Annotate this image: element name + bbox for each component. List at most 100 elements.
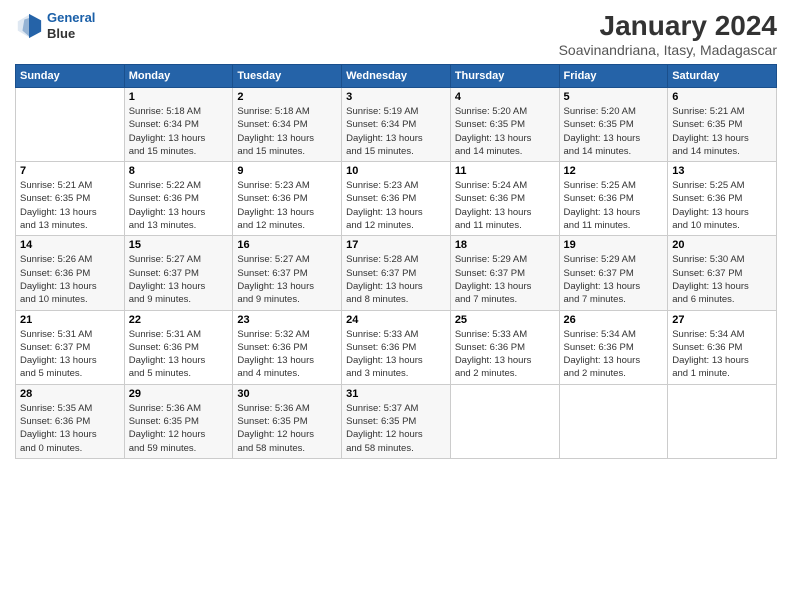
day-number: 6 <box>672 91 772 103</box>
calendar-cell: 18 Sunrise: 5:29 AMSunset: 6:37 PMDayligh… <box>450 236 559 310</box>
day-info: Sunrise: 5:27 AMSunset: 6:37 PMDaylight:… <box>237 253 337 306</box>
calendar-cell: 4Sunrise: 5:20 AMSunset: 6:35 PMDaylight… <box>450 88 559 162</box>
day-number: 2 <box>237 91 337 103</box>
week-row-4: 21 Sunrise: 5:31 AMSunset: 6:37 PMDayligh… <box>16 310 777 384</box>
day-number: 24 <box>346 314 446 326</box>
calendar-cell: 31 Sunrise: 5:37 AMSunset: 6:35 PMDayligh… <box>342 384 451 458</box>
day-info: Sunrise: 5:33 AMSunset: 6:36 PMDaylight:… <box>455 328 555 381</box>
title-block: January 2024 Soavinandriana, Itasy, Mada… <box>559 10 777 58</box>
day-info: Sunrise: 5:21 AMSunset: 6:35 PMDaylight:… <box>20 179 120 232</box>
day-number: 21 <box>20 314 120 326</box>
calendar-cell <box>450 384 559 458</box>
day-number: 16 <box>237 239 337 251</box>
day-number: 3 <box>346 91 446 103</box>
day-number: 31 <box>346 388 446 400</box>
calendar-cell: 16 Sunrise: 5:27 AMSunset: 6:37 PMDayligh… <box>233 236 342 310</box>
calendar-table: SundayMondayTuesdayWednesdayThursdayFrid… <box>15 64 777 459</box>
calendar-cell: 28Sunrise: 5:35 AMSunset: 6:36 PMDayligh… <box>16 384 125 458</box>
calendar-cell: 25 Sunrise: 5:33 AMSunset: 6:36 PMDayligh… <box>450 310 559 384</box>
calendar-cell <box>16 88 125 162</box>
weekday-header-friday: Friday <box>559 65 668 88</box>
weekday-header-monday: Monday <box>124 65 233 88</box>
day-info: Sunrise: 5:29 AMSunset: 6:37 PMDaylight:… <box>455 253 555 306</box>
weekday-header-wednesday: Wednesday <box>342 65 451 88</box>
main-title: January 2024 <box>559 10 777 42</box>
calendar-cell: 2Sunrise: 5:18 AMSunset: 6:34 PMDaylight… <box>233 88 342 162</box>
calendar-cell: 27Sunrise: 5:34 AMSunset: 6:36 PMDayligh… <box>668 310 777 384</box>
day-info: Sunrise: 5:26 AMSunset: 6:36 PMDaylight:… <box>20 253 120 306</box>
calendar-cell: 14 Sunrise: 5:26 AMSunset: 6:36 PMDayligh… <box>16 236 125 310</box>
day-number: 11 <box>455 165 555 177</box>
calendar-cell: 6Sunrise: 5:21 AMSunset: 6:35 PMDaylight… <box>668 88 777 162</box>
calendar-cell: 8 Sunrise: 5:22 AMSunset: 6:36 PMDaylight… <box>124 162 233 236</box>
day-number: 7 <box>20 165 120 177</box>
day-number: 20 <box>672 239 772 251</box>
day-info: Sunrise: 5:29 AMSunset: 6:37 PMDaylight:… <box>564 253 664 306</box>
day-number: 15 <box>129 239 229 251</box>
day-number: 27 <box>672 314 772 326</box>
week-row-2: 7 Sunrise: 5:21 AMSunset: 6:35 PMDaylight… <box>16 162 777 236</box>
day-info: Sunrise: 5:19 AMSunset: 6:34 PMDaylight:… <box>346 105 446 158</box>
day-info: Sunrise: 5:25 AMSunset: 6:36 PMDaylight:… <box>564 179 664 232</box>
day-info: Sunrise: 5:31 AMSunset: 6:36 PMDaylight:… <box>129 328 229 381</box>
calendar-cell: 10 Sunrise: 5:23 AMSunset: 6:36 PMDayligh… <box>342 162 451 236</box>
calendar-cell: 21 Sunrise: 5:31 AMSunset: 6:37 PMDayligh… <box>16 310 125 384</box>
logo-text: General Blue <box>47 10 95 41</box>
day-info: Sunrise: 5:33 AMSunset: 6:36 PMDaylight:… <box>346 328 446 381</box>
calendar-cell: 26Sunrise: 5:34 AMSunset: 6:36 PMDayligh… <box>559 310 668 384</box>
weekday-header-tuesday: Tuesday <box>233 65 342 88</box>
week-row-3: 14 Sunrise: 5:26 AMSunset: 6:36 PMDayligh… <box>16 236 777 310</box>
day-info: Sunrise: 5:30 AMSunset: 6:37 PMDaylight:… <box>672 253 772 306</box>
calendar-cell: 9Sunrise: 5:23 AMSunset: 6:36 PMDaylight… <box>233 162 342 236</box>
calendar-cell: 30 Sunrise: 5:36 AMSunset: 6:35 PMDayligh… <box>233 384 342 458</box>
day-info: Sunrise: 5:31 AMSunset: 6:37 PMDaylight:… <box>20 328 120 381</box>
calendar-cell: 12 Sunrise: 5:25 AMSunset: 6:36 PMDayligh… <box>559 162 668 236</box>
calendar-cell: 1 Sunrise: 5:18 AMSunset: 6:34 PMDaylight… <box>124 88 233 162</box>
weekday-header-thursday: Thursday <box>450 65 559 88</box>
day-number: 1 <box>129 91 229 103</box>
day-number: 14 <box>20 239 120 251</box>
day-info: Sunrise: 5:24 AMSunset: 6:36 PMDaylight:… <box>455 179 555 232</box>
calendar-cell: 19 Sunrise: 5:29 AMSunset: 6:37 PMDayligh… <box>559 236 668 310</box>
day-info: Sunrise: 5:20 AMSunset: 6:35 PMDaylight:… <box>455 105 555 158</box>
calendar-cell: 15Sunrise: 5:27 AMSunset: 6:37 PMDayligh… <box>124 236 233 310</box>
day-number: 13 <box>672 165 772 177</box>
day-info: Sunrise: 5:32 AMSunset: 6:36 PMDaylight:… <box>237 328 337 381</box>
week-row-1: 1 Sunrise: 5:18 AMSunset: 6:34 PMDaylight… <box>16 88 777 162</box>
day-info: Sunrise: 5:22 AMSunset: 6:36 PMDaylight:… <box>129 179 229 232</box>
day-info: Sunrise: 5:25 AMSunset: 6:36 PMDaylight:… <box>672 179 772 232</box>
day-number: 8 <box>129 165 229 177</box>
day-number: 10 <box>346 165 446 177</box>
weekday-header-saturday: Saturday <box>668 65 777 88</box>
day-number: 19 <box>564 239 664 251</box>
calendar-cell: 17Sunrise: 5:28 AMSunset: 6:37 PMDayligh… <box>342 236 451 310</box>
weekday-header-row: SundayMondayTuesdayWednesdayThursdayFrid… <box>16 65 777 88</box>
calendar-cell: 29Sunrise: 5:36 AMSunset: 6:35 PMDayligh… <box>124 384 233 458</box>
subtitle: Soavinandriana, Itasy, Madagascar <box>559 42 777 58</box>
day-number: 5 <box>564 91 664 103</box>
day-number: 22 <box>129 314 229 326</box>
day-info: Sunrise: 5:20 AMSunset: 6:35 PMDaylight:… <box>564 105 664 158</box>
calendar-cell: 23Sunrise: 5:32 AMSunset: 6:36 PMDayligh… <box>233 310 342 384</box>
calendar-cell: 3 Sunrise: 5:19 AMSunset: 6:34 PMDaylight… <box>342 88 451 162</box>
day-info: Sunrise: 5:37 AMSunset: 6:35 PMDaylight:… <box>346 402 446 455</box>
calendar-cell <box>559 384 668 458</box>
calendar-cell: 13 Sunrise: 5:25 AMSunset: 6:36 PMDayligh… <box>668 162 777 236</box>
day-number: 25 <box>455 314 555 326</box>
calendar-cell: 22 Sunrise: 5:31 AMSunset: 6:36 PMDayligh… <box>124 310 233 384</box>
day-number: 18 <box>455 239 555 251</box>
page-container: General Blue January 2024 Soavinandriana… <box>0 0 792 469</box>
day-info: Sunrise: 5:23 AMSunset: 6:36 PMDaylight:… <box>346 179 446 232</box>
day-info: Sunrise: 5:36 AMSunset: 6:35 PMDaylight:… <box>237 402 337 455</box>
calendar-cell: 20 Sunrise: 5:30 AMSunset: 6:37 PMDayligh… <box>668 236 777 310</box>
calendar-cell: 5 Sunrise: 5:20 AMSunset: 6:35 PMDaylight… <box>559 88 668 162</box>
day-number: 30 <box>237 388 337 400</box>
day-number: 12 <box>564 165 664 177</box>
day-info: Sunrise: 5:18 AMSunset: 6:34 PMDaylight:… <box>129 105 229 158</box>
day-info: Sunrise: 5:28 AMSunset: 6:37 PMDaylight:… <box>346 253 446 306</box>
header: General Blue January 2024 Soavinandriana… <box>15 10 777 58</box>
day-number: 9 <box>237 165 337 177</box>
day-number: 28 <box>20 388 120 400</box>
day-info: Sunrise: 5:36 AMSunset: 6:35 PMDaylight:… <box>129 402 229 455</box>
calendar-cell: 7 Sunrise: 5:21 AMSunset: 6:35 PMDaylight… <box>16 162 125 236</box>
